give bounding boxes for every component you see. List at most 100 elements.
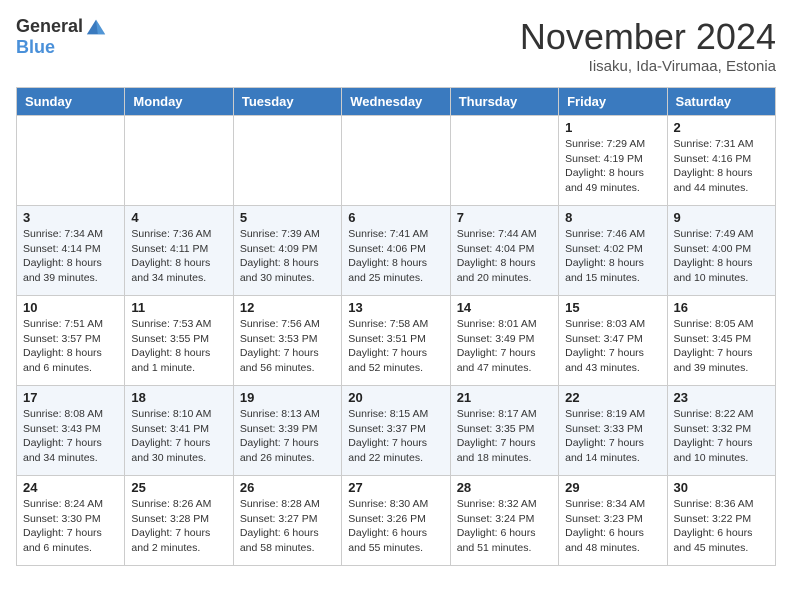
calendar-week-row: 1 Sunrise: 7:29 AM Sunset: 4:19 PM Daylig… <box>17 116 776 206</box>
calendar-cell: 27 Sunrise: 8:30 AM Sunset: 3:26 PM Dayli… <box>342 476 450 566</box>
day-number: 16 <box>674 300 769 315</box>
day-info: Sunrise: 8:01 AM Sunset: 3:49 PM Dayligh… <box>457 317 552 376</box>
calendar-header-tuesday: Tuesday <box>233 88 341 116</box>
day-info: Sunrise: 8:24 AM Sunset: 3:30 PM Dayligh… <box>23 497 118 556</box>
day-number: 25 <box>131 480 226 495</box>
day-number: 8 <box>565 210 660 225</box>
calendar-cell: 14 Sunrise: 8:01 AM Sunset: 3:49 PM Dayli… <box>450 296 558 386</box>
calendar-cell <box>233 116 341 206</box>
month-title: November 2024 <box>520 16 776 58</box>
day-info: Sunrise: 7:46 AM Sunset: 4:02 PM Dayligh… <box>565 227 660 286</box>
calendar-week-row: 3Sunrise: 7:34 AM Sunset: 4:14 PM Daylig… <box>17 206 776 296</box>
calendar-cell: 19 Sunrise: 8:13 AM Sunset: 3:39 PM Dayli… <box>233 386 341 476</box>
calendar-cell: 2 Sunrise: 7:31 AM Sunset: 4:16 PM Daylig… <box>667 116 775 206</box>
day-info: Sunrise: 8:36 AM Sunset: 3:22 PM Dayligh… <box>674 497 769 556</box>
calendar-cell: 18 Sunrise: 8:10 AM Sunset: 3:41 PM Dayli… <box>125 386 233 476</box>
day-number: 14 <box>457 300 552 315</box>
logo-icon <box>85 16 107 38</box>
day-info: Sunrise: 8:17 AM Sunset: 3:35 PM Dayligh… <box>457 407 552 466</box>
day-info: Sunrise: 8:32 AM Sunset: 3:24 PM Dayligh… <box>457 497 552 556</box>
day-info: Sunrise: 7:53 AM Sunset: 3:55 PM Dayligh… <box>131 317 226 376</box>
day-info: Sunrise: 7:34 AM Sunset: 4:14 PM Dayligh… <box>23 227 118 286</box>
calendar-header-row: SundayMondayTuesdayWednesdayThursdayFrid… <box>17 88 776 116</box>
day-number: 13 <box>348 300 443 315</box>
day-info: Sunrise: 8:34 AM Sunset: 3:23 PM Dayligh… <box>565 497 660 556</box>
day-number: 24 <box>23 480 118 495</box>
calendar-cell <box>450 116 558 206</box>
calendar-week-row: 17 Sunrise: 8:08 AM Sunset: 3:43 PM Dayli… <box>17 386 776 476</box>
day-number: 15 <box>565 300 660 315</box>
calendar-header-thursday: Thursday <box>450 88 558 116</box>
calendar-cell: 22 Sunrise: 8:19 AM Sunset: 3:33 PM Dayli… <box>559 386 667 476</box>
day-number: 11 <box>131 300 226 315</box>
day-info: Sunrise: 8:28 AM Sunset: 3:27 PM Dayligh… <box>240 497 335 556</box>
day-info: Sunrise: 8:10 AM Sunset: 3:41 PM Dayligh… <box>131 407 226 466</box>
day-number: 23 <box>674 390 769 405</box>
calendar-cell: 17 Sunrise: 8:08 AM Sunset: 3:43 PM Dayli… <box>17 386 125 476</box>
calendar-cell: 20Sunrise: 8:15 AM Sunset: 3:37 PM Dayli… <box>342 386 450 476</box>
calendar-cell: 4 Sunrise: 7:36 AM Sunset: 4:11 PM Daylig… <box>125 206 233 296</box>
day-info: Sunrise: 8:05 AM Sunset: 3:45 PM Dayligh… <box>674 317 769 376</box>
calendar-header-saturday: Saturday <box>667 88 775 116</box>
day-info: Sunrise: 7:39 AM Sunset: 4:09 PM Dayligh… <box>240 227 335 286</box>
calendar-week-row: 10Sunrise: 7:51 AM Sunset: 3:57 PM Dayli… <box>17 296 776 386</box>
calendar-cell: 5 Sunrise: 7:39 AM Sunset: 4:09 PM Daylig… <box>233 206 341 296</box>
calendar-cell: 13 Sunrise: 7:58 AM Sunset: 3:51 PM Dayli… <box>342 296 450 386</box>
calendar-cell: 26 Sunrise: 8:28 AM Sunset: 3:27 PM Dayli… <box>233 476 341 566</box>
day-number: 29 <box>565 480 660 495</box>
calendar-cell: 7Sunrise: 7:44 AM Sunset: 4:04 PM Daylig… <box>450 206 558 296</box>
day-number: 19 <box>240 390 335 405</box>
day-number: 18 <box>131 390 226 405</box>
day-info: Sunrise: 7:56 AM Sunset: 3:53 PM Dayligh… <box>240 317 335 376</box>
logo-general-text: General <box>16 17 83 37</box>
calendar-cell: 21 Sunrise: 8:17 AM Sunset: 3:35 PM Dayli… <box>450 386 558 476</box>
day-info: Sunrise: 8:30 AM Sunset: 3:26 PM Dayligh… <box>348 497 443 556</box>
day-number: 5 <box>240 210 335 225</box>
day-number: 1 <box>565 120 660 135</box>
day-info: Sunrise: 7:29 AM Sunset: 4:19 PM Dayligh… <box>565 137 660 196</box>
day-info: Sunrise: 7:41 AM Sunset: 4:06 PM Dayligh… <box>348 227 443 286</box>
day-info: Sunrise: 8:22 AM Sunset: 3:32 PM Dayligh… <box>674 407 769 466</box>
calendar-cell <box>125 116 233 206</box>
calendar-cell: 15 Sunrise: 8:03 AM Sunset: 3:47 PM Dayli… <box>559 296 667 386</box>
day-number: 26 <box>240 480 335 495</box>
day-number: 2 <box>674 120 769 135</box>
day-info: Sunrise: 7:36 AM Sunset: 4:11 PM Dayligh… <box>131 227 226 286</box>
day-number: 21 <box>457 390 552 405</box>
calendar-week-row: 24 Sunrise: 8:24 AM Sunset: 3:30 PM Dayli… <box>17 476 776 566</box>
day-info: Sunrise: 8:03 AM Sunset: 3:47 PM Dayligh… <box>565 317 660 376</box>
day-number: 22 <box>565 390 660 405</box>
day-info: Sunrise: 7:58 AM Sunset: 3:51 PM Dayligh… <box>348 317 443 376</box>
calendar-cell <box>17 116 125 206</box>
calendar-cell: 24 Sunrise: 8:24 AM Sunset: 3:30 PM Dayli… <box>17 476 125 566</box>
calendar-header-monday: Monday <box>125 88 233 116</box>
day-number: 28 <box>457 480 552 495</box>
day-info: Sunrise: 8:15 AM Sunset: 3:37 PM Dayligh… <box>348 407 443 466</box>
calendar-table: SundayMondayTuesdayWednesdayThursdayFrid… <box>16 87 776 566</box>
calendar-cell <box>342 116 450 206</box>
day-info: Sunrise: 8:13 AM Sunset: 3:39 PM Dayligh… <box>240 407 335 466</box>
day-number: 9 <box>674 210 769 225</box>
calendar-cell: 8 Sunrise: 7:46 AM Sunset: 4:02 PM Daylig… <box>559 206 667 296</box>
title-section: November 2024 Iisaku, Ida-Virumaa, Eston… <box>520 16 776 75</box>
logo-blue-text: Blue <box>16 38 55 58</box>
day-info: Sunrise: 8:08 AM Sunset: 3:43 PM Dayligh… <box>23 407 118 466</box>
calendar-cell: 11 Sunrise: 7:53 AM Sunset: 3:55 PM Dayli… <box>125 296 233 386</box>
page-header: General Blue November 2024 Iisaku, Ida-V… <box>16 16 776 75</box>
day-number: 27 <box>348 480 443 495</box>
calendar-cell: 3Sunrise: 7:34 AM Sunset: 4:14 PM Daylig… <box>17 206 125 296</box>
day-number: 12 <box>240 300 335 315</box>
calendar-cell: 10Sunrise: 7:51 AM Sunset: 3:57 PM Dayli… <box>17 296 125 386</box>
day-number: 4 <box>131 210 226 225</box>
day-info: Sunrise: 8:19 AM Sunset: 3:33 PM Dayligh… <box>565 407 660 466</box>
calendar-cell: 30Sunrise: 8:36 AM Sunset: 3:22 PM Dayli… <box>667 476 775 566</box>
day-info: Sunrise: 7:44 AM Sunset: 4:04 PM Dayligh… <box>457 227 552 286</box>
calendar-header-wednesday: Wednesday <box>342 88 450 116</box>
calendar-cell: 9 Sunrise: 7:49 AM Sunset: 4:00 PM Daylig… <box>667 206 775 296</box>
day-info: Sunrise: 8:26 AM Sunset: 3:28 PM Dayligh… <box>131 497 226 556</box>
day-info: Sunrise: 7:49 AM Sunset: 4:00 PM Dayligh… <box>674 227 769 286</box>
calendar-cell: 25 Sunrise: 8:26 AM Sunset: 3:28 PM Dayli… <box>125 476 233 566</box>
day-info: Sunrise: 7:31 AM Sunset: 4:16 PM Dayligh… <box>674 137 769 196</box>
calendar-cell: 29 Sunrise: 8:34 AM Sunset: 3:23 PM Dayli… <box>559 476 667 566</box>
day-number: 17 <box>23 390 118 405</box>
